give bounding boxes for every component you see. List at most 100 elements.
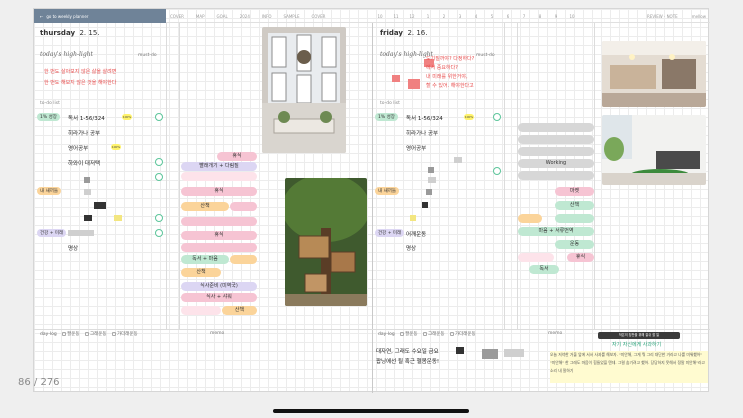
checkbox[interactable]	[449, 331, 454, 336]
task-checkbox[interactable]	[493, 167, 501, 175]
living-room-photo	[602, 115, 706, 185]
memo-label: memo	[548, 331, 563, 336]
task-checkbox[interactable]	[155, 113, 163, 121]
redacted-block	[422, 202, 428, 208]
timeline-block[interactable]: 산책	[181, 202, 229, 211]
modern-kitchen-photo	[602, 41, 706, 107]
checkbox[interactable]	[62, 331, 67, 336]
timeline-block[interactable]: 식사준비 (미역국)	[181, 282, 257, 291]
task-item[interactable]: 명상	[68, 244, 78, 252]
timeline-block[interactable]	[181, 172, 257, 181]
category-tag: 건강 + 미래	[37, 229, 67, 237]
month-tab[interactable]: 1	[420, 14, 436, 19]
timeline-block[interactable]: 마켓	[555, 187, 594, 196]
month-tab[interactable]: 9	[548, 14, 564, 19]
must-do-label: must-do	[476, 53, 495, 58]
timeline-block[interactable]	[181, 306, 221, 315]
redacted-block	[68, 230, 94, 236]
top-navigation: ← go to weekly planner COVER MAP GOAL 202…	[34, 9, 710, 23]
month-tab[interactable]: 3	[452, 14, 468, 19]
page-counter: 86 / 276	[18, 377, 60, 388]
review-note-tab[interactable]: REVIEW · NOTE	[647, 14, 678, 19]
checkbox[interactable]	[400, 331, 405, 336]
task-item[interactable]: 독서 1-56/324	[68, 114, 105, 122]
memo-box-label: 작은의 칭찬을 위해 잘쉬 할 일	[598, 332, 680, 339]
tab-map[interactable]: MAP	[196, 14, 205, 19]
month-tab[interactable]: 6	[500, 14, 516, 19]
task-checkbox[interactable]	[155, 214, 163, 222]
redacted-block	[94, 202, 106, 209]
task-checkbox[interactable]	[155, 229, 163, 237]
timeline-block[interactable]: 독서 + 마음	[181, 255, 229, 264]
must-do-label: must-do	[138, 53, 157, 58]
timeline-block[interactable]	[518, 123, 594, 132]
month-tab[interactable]: 7	[516, 14, 532, 19]
timeline-block[interactable]: 산책	[181, 268, 221, 277]
go-to-weekly-planner-link[interactable]: ← go to weekly planner	[34, 9, 166, 23]
timeline-block[interactable]: 휴식	[181, 231, 257, 240]
tab-info[interactable]: INFO	[262, 14, 272, 19]
month-tab[interactable]: 10	[564, 14, 580, 19]
task-item[interactable]: 독서 1-56/324	[406, 114, 443, 122]
timeline-block[interactable]	[518, 253, 554, 262]
timeline-block[interactable]	[555, 214, 594, 223]
task-item[interactable]: 하와이 대저택	[68, 159, 100, 167]
timeline-block[interactable]: 빨래개기 + 다림질	[181, 162, 257, 171]
day-header-right: friday 2. 16.	[380, 29, 428, 37]
task-checkbox[interactable]	[155, 158, 163, 166]
checkbox[interactable]	[422, 331, 427, 336]
timeline-block[interactable]: 마음 + 서류번역	[518, 227, 594, 236]
timeline-block[interactable]	[230, 202, 257, 211]
timeline-block[interactable]	[518, 135, 594, 144]
timeline-block[interactable]: 휴식	[567, 253, 594, 262]
timeline-block[interactable]: 휴식	[181, 187, 257, 196]
task-item[interactable]: 히라가나 공부	[68, 129, 100, 137]
timeline-block[interactable]: 독서	[529, 265, 559, 274]
timeline-block[interactable]	[518, 171, 594, 180]
tab-cover-2[interactable]: COVER	[311, 14, 325, 19]
home-indicator[interactable]	[273, 409, 469, 413]
checkbox[interactable]	[84, 331, 89, 336]
timeline-block[interactable]: 산책	[555, 201, 594, 210]
checkbox[interactable]	[111, 331, 116, 336]
timeline-block[interactable]	[518, 214, 542, 223]
month-tab[interactable]: 8	[532, 14, 548, 19]
month-tab[interactable]: 5	[484, 14, 500, 19]
redacted-block	[428, 177, 436, 183]
month-tab[interactable]: 2	[436, 14, 452, 19]
day-header-left: thursday 2. 15.	[40, 29, 100, 37]
timeline-block[interactable]	[518, 147, 594, 156]
timeline-block[interactable]	[181, 217, 257, 226]
tab-goal[interactable]: GOAL	[217, 14, 228, 19]
month-tab[interactable]: 4	[468, 14, 484, 19]
top-right-links: REVIEW · NOTE mellow	[647, 9, 706, 23]
category-tag: 1% 성장	[375, 113, 398, 121]
tab-2024[interactable]: 2024	[240, 14, 250, 19]
divider	[34, 329, 710, 330]
daylog-row: day-log 팔운동 그래운동 가더래운동	[378, 331, 476, 337]
timeline-block[interactable]	[230, 255, 257, 264]
task-checkbox[interactable]	[493, 113, 501, 121]
tab-cover[interactable]: COVER	[170, 14, 184, 19]
todo-label: to-do list	[380, 101, 400, 106]
redacted-block	[410, 215, 416, 221]
timeline-block[interactable]: 산책	[222, 306, 257, 315]
timeline-block[interactable]: 운동	[555, 240, 594, 249]
timeline-block[interactable]: Working	[518, 159, 594, 168]
tab-sample[interactable]: SAMPLE	[284, 14, 300, 19]
redacted-block	[482, 349, 498, 359]
task-item[interactable]: 영어공부	[406, 144, 426, 152]
timeline-block[interactable]: 휴식	[217, 152, 257, 161]
category-tag: 건강 + 미래	[375, 229, 405, 237]
task-item[interactable]: 히라가나 공부	[406, 129, 438, 137]
task-item[interactable]: 어깨운동	[406, 230, 426, 238]
task-checkbox[interactable]	[155, 173, 163, 181]
timeline-block[interactable]: 식사 + 샤워	[181, 293, 257, 302]
redacted-block	[454, 157, 462, 163]
month-tab[interactable]: 10	[372, 14, 388, 19]
month-tab[interactable]: 12	[404, 14, 420, 19]
task-item[interactable]: 명상	[406, 244, 416, 252]
month-tab[interactable]: 11	[388, 14, 404, 19]
task-item[interactable]: 영어공부	[68, 144, 88, 152]
timeline-block[interactable]	[181, 243, 257, 252]
